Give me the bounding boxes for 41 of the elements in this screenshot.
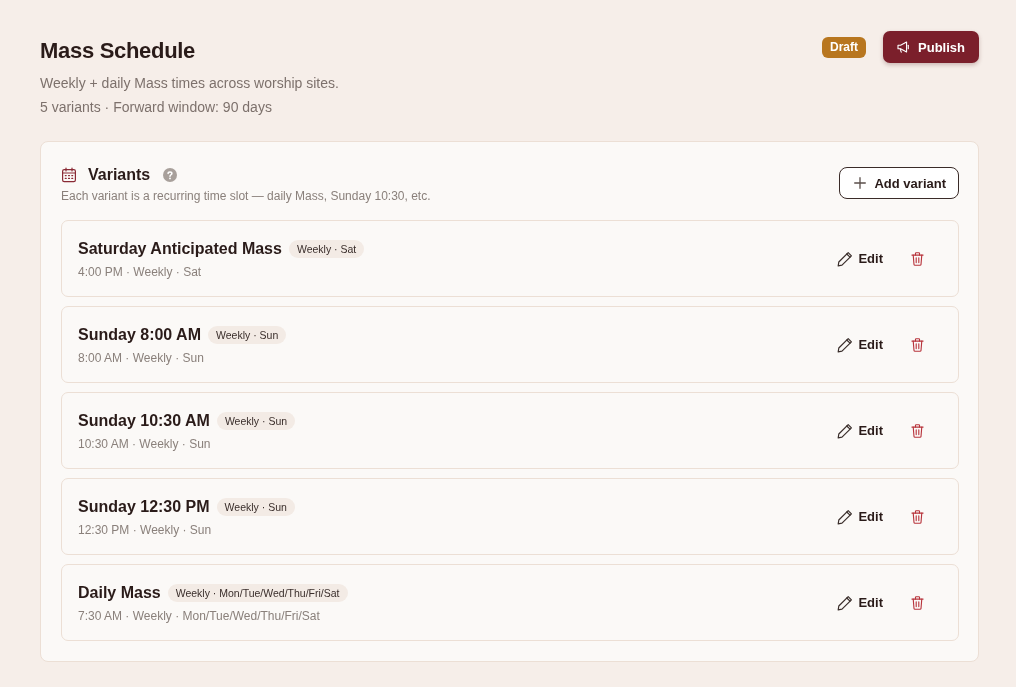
variant-summary: 5 variants · Forward window: 90 days (40, 98, 273, 117)
trash-icon (911, 423, 924, 438)
variant-name: Sunday 10:30 AM (78, 410, 210, 431)
variant-details: 8:00 AM · Weekly · Sun (78, 349, 205, 367)
recurrence-tag: Weekly · Sun (216, 411, 296, 430)
pencil-icon (837, 508, 854, 525)
variant-name: Saturday Anticipated Mass (78, 238, 282, 259)
variant-name: Sunday 8:00 AM (78, 324, 201, 345)
status-badge: Draft (822, 36, 867, 58)
edit-button[interactable]: Edit (835, 418, 885, 443)
pencil-icon (837, 594, 854, 611)
recurrence-tag: Weekly · Mon/Tue/Wed/Thu/Fri/Sat (167, 583, 348, 602)
publish-button[interactable]: Publish (883, 31, 979, 63)
trash-icon (911, 595, 924, 610)
variant-details: 7:30 AM · Weekly · Mon/Tue/Wed/Thu/Fri/Sat (78, 607, 321, 625)
variant-details: 4:00 PM · Weekly · Sat (78, 263, 203, 281)
edit-button[interactable]: Edit (835, 246, 885, 271)
pencil-icon (837, 250, 854, 267)
page-title: Mass Schedule (40, 37, 197, 65)
variant-details: 12:30 PM · Weekly · Sun (78, 521, 213, 539)
variant-name: Sunday 12:30 PM (78, 496, 210, 517)
add-variant-button[interactable]: Add variant (839, 167, 959, 199)
trash-icon (911, 251, 924, 266)
recurrence-tag: Weekly · Sun (216, 497, 295, 516)
trash-icon (911, 509, 924, 524)
edit-button[interactable]: Edit (835, 504, 885, 529)
pencil-icon (837, 422, 854, 439)
variant-details: 10:30 AM · Weekly · Sun (78, 435, 212, 453)
pencil-icon (837, 336, 854, 353)
edit-button[interactable]: Edit (835, 332, 885, 357)
variant-name: Daily Mass (78, 582, 161, 603)
page-description: Weekly + daily Mass times across worship sites. (40, 74, 339, 93)
trash-icon (911, 337, 924, 352)
megaphone-icon (897, 41, 912, 53)
recurrence-tag: Weekly · Sun (208, 325, 287, 344)
panel-title: Variants (88, 165, 151, 185)
recurrence-tag: Weekly · Sat (288, 239, 365, 258)
calendar-icon (61, 167, 77, 183)
edit-button[interactable]: Edit (835, 590, 885, 615)
panel-description: Each variant is a recurring time slot — daily Mass, Sunday 10:30, etc. (61, 188, 431, 205)
plus-icon (854, 177, 867, 189)
